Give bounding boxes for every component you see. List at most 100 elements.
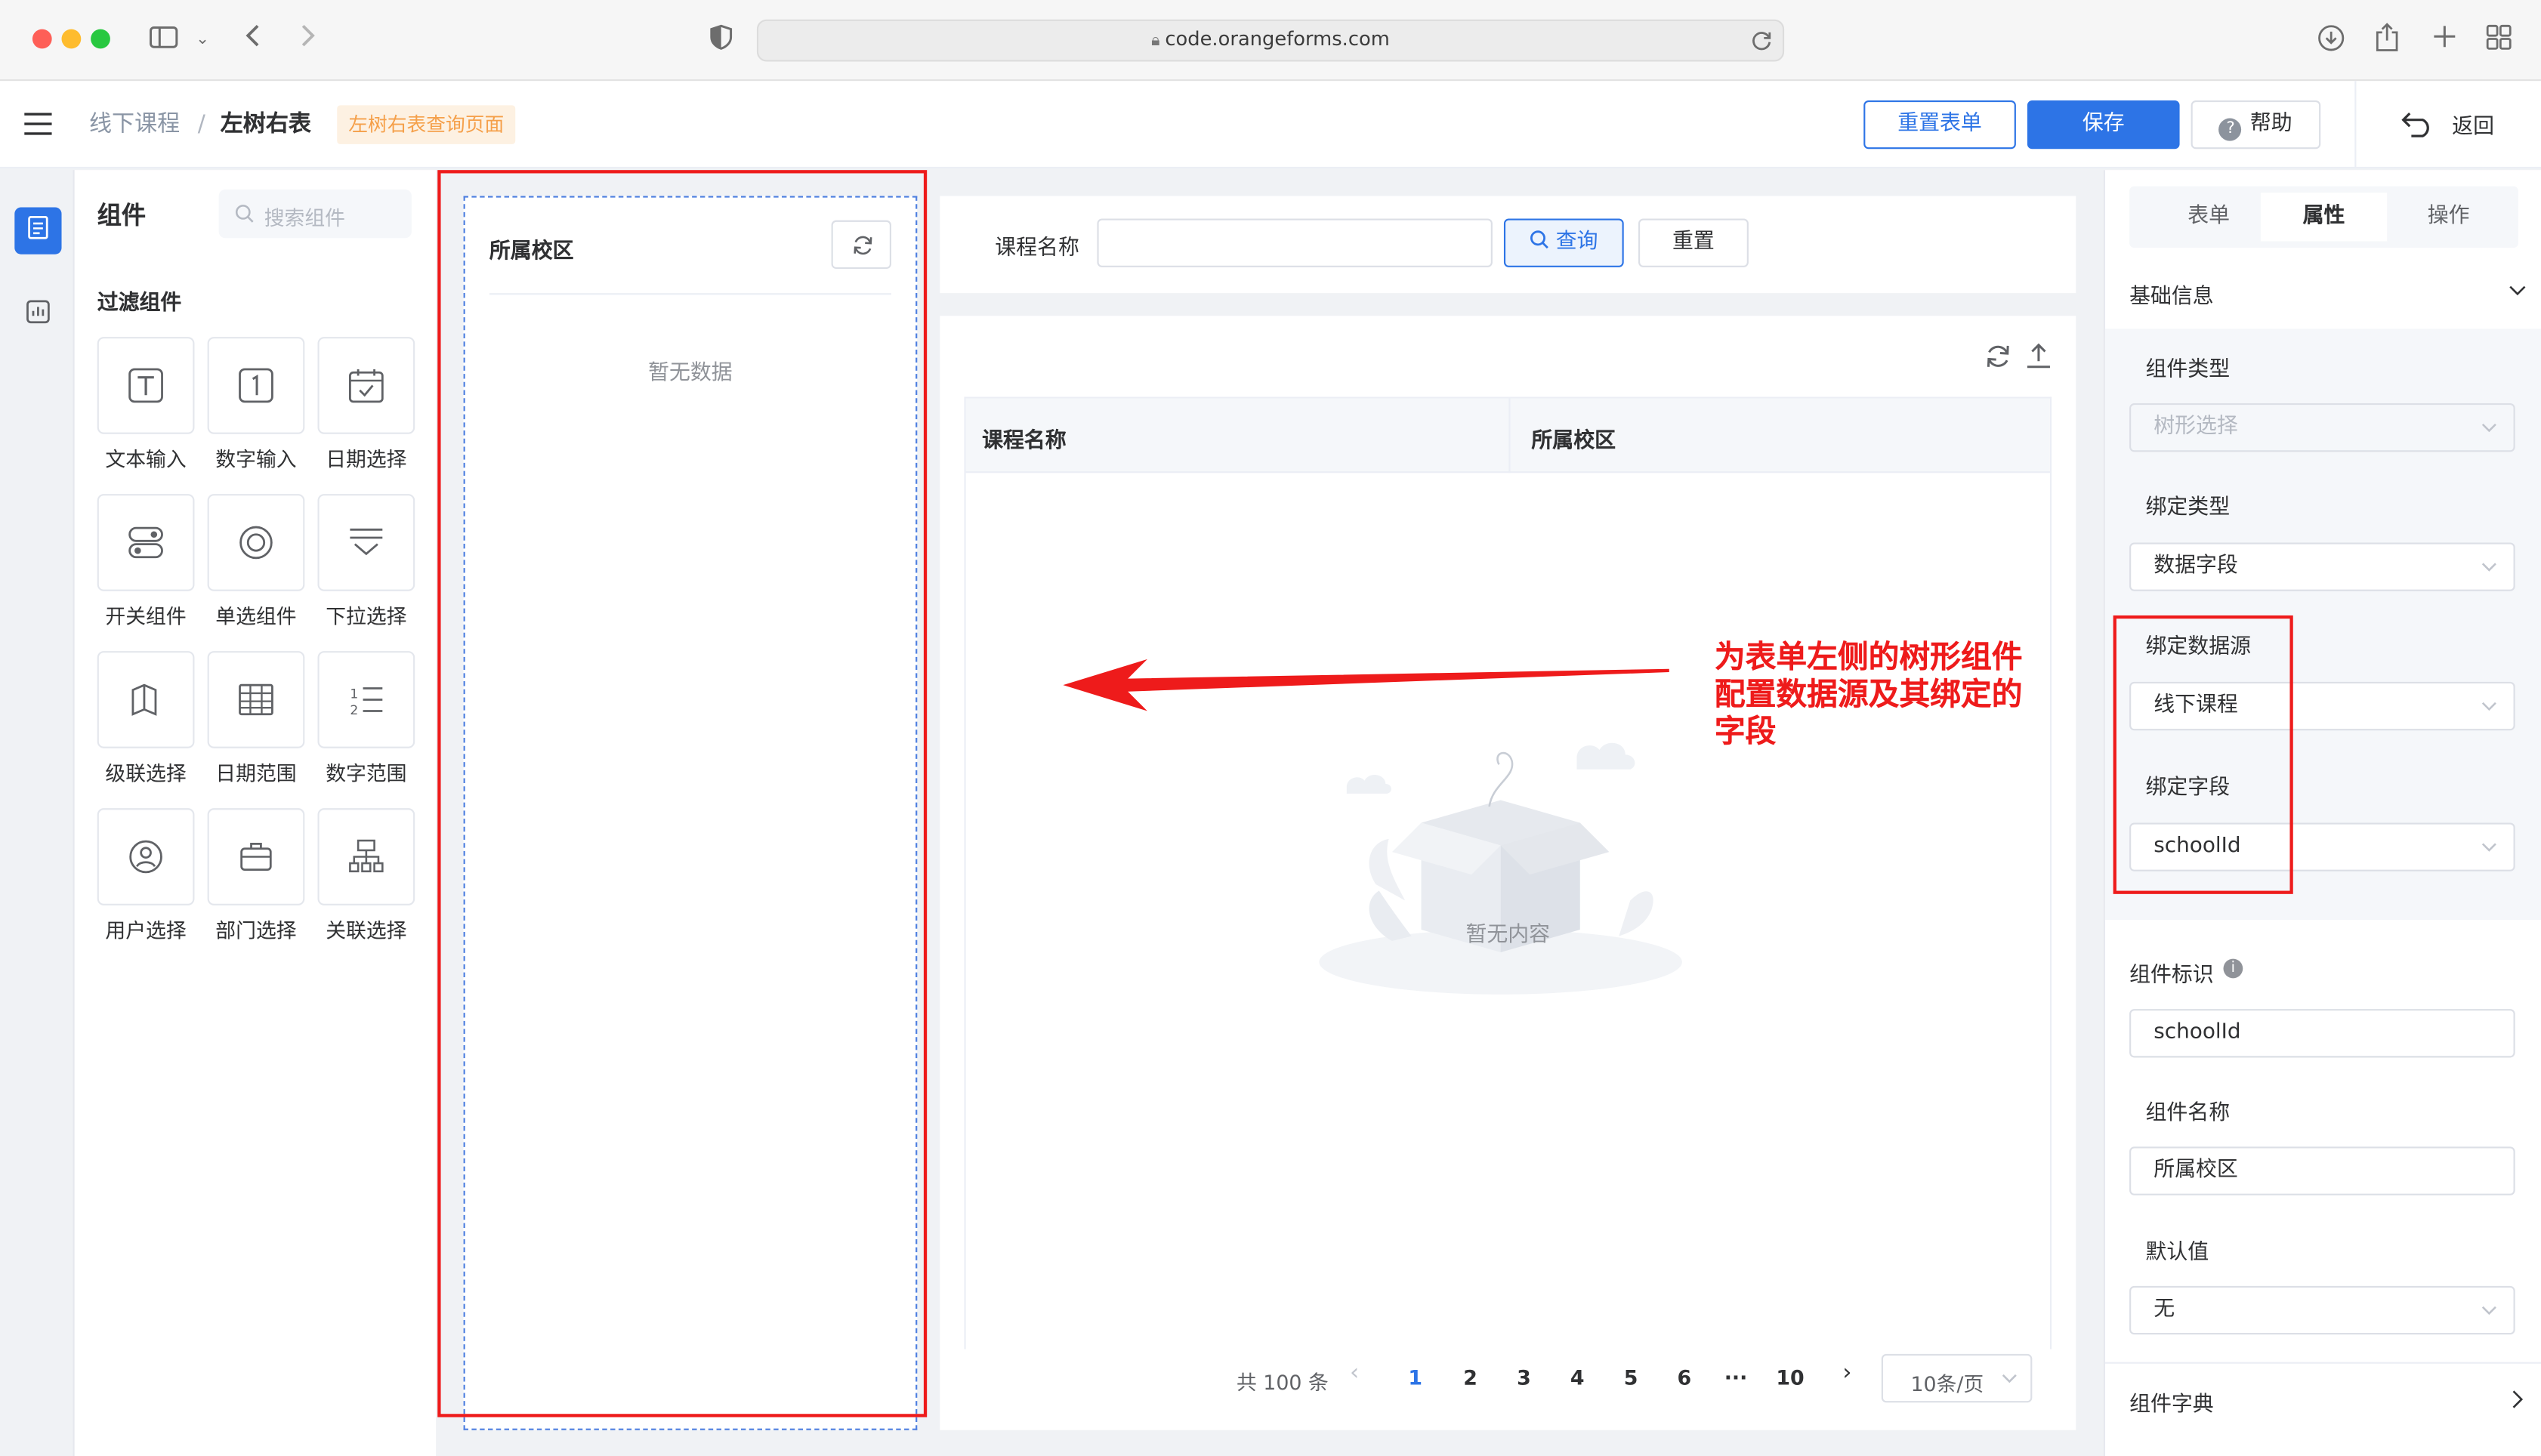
course-name-input[interactable] (1097, 218, 1493, 267)
page-number[interactable]: 3 (1517, 1365, 1531, 1390)
reload-page-icon[interactable] (1750, 27, 1773, 58)
prev-page-icon[interactable]: ‹ (1350, 1360, 1359, 1386)
query-button[interactable]: 查询 (1503, 218, 1624, 267)
widget-panel: 组件 搜索组件 过滤组件 文本输入 数字输入 日期选择 开关组件 单选组件 下拉… (74, 170, 437, 1456)
download-icon[interactable] (2316, 24, 2345, 60)
page-number[interactable]: 1 (1408, 1365, 1422, 1390)
lock-icon: 🔒︎ (1151, 32, 1166, 51)
widget-switch[interactable] (97, 494, 195, 591)
chevron-down-icon (2481, 423, 2496, 433)
component-type-select[interactable]: 树形选择 (2129, 403, 2515, 452)
empty-box-illustration (1298, 723, 1703, 1004)
menu-icon[interactable] (24, 112, 52, 143)
header-divider (2354, 81, 2357, 169)
widget-date-picker[interactable] (317, 337, 415, 434)
table-header-row: 课程名称 所属校区 (965, 398, 2050, 474)
widget-number-input[interactable] (207, 337, 305, 434)
tab-form[interactable]: 表单 (2146, 193, 2272, 241)
bind-type-select[interactable]: 数据字段 (2129, 542, 2515, 591)
shield-icon[interactable] (709, 24, 734, 58)
column-header-course-name[interactable]: 课程名称 (982, 423, 1067, 453)
breadcrumb-root[interactable]: 线下课程 (89, 109, 180, 141)
chart-designer-icon[interactable] (14, 292, 61, 338)
number-input-icon (239, 368, 273, 403)
widget-user-select[interactable] (97, 808, 195, 905)
minimize-window-button[interactable] (61, 29, 82, 49)
tab-properties[interactable]: 属性 (2260, 193, 2388, 242)
tab-overview-icon[interactable] (2484, 24, 2514, 58)
annotation-highlight-tree (437, 170, 928, 1417)
help-icon: ? (2219, 118, 2243, 141)
help-button[interactable]: ? 帮助 (2191, 100, 2321, 150)
widget-label: 用户选择 (105, 918, 187, 943)
page-number[interactable]: 2 (1463, 1365, 1477, 1390)
help-label: 帮助 (2249, 111, 2292, 137)
pagination-ellipsis[interactable]: ··· (1724, 1365, 1748, 1390)
component-id-input[interactable]: schoolId (2129, 1009, 2515, 1058)
widget-relation-select[interactable] (317, 808, 415, 905)
dropdown-icon (350, 528, 383, 556)
share-icon[interactable] (2373, 23, 2402, 60)
close-window-button[interactable] (32, 29, 52, 49)
widget-label: 单选组件 (215, 603, 297, 629)
page-number[interactable]: 10 (1776, 1365, 1804, 1390)
app-header: 线下课程 / 左树右表 左树右表查询页面 重置表单 保存 ? 帮助 返回 (0, 81, 2541, 169)
widget-label: 关联选择 (326, 918, 407, 943)
back-nav-icon[interactable] (240, 23, 266, 57)
basic-info-header[interactable]: 基础信息 (2105, 261, 2541, 329)
address-bar[interactable]: 🔒︎ code.orangeforms.com (756, 19, 1785, 62)
annotation-arrow (1063, 656, 1672, 721)
column-header-campus[interactable]: 所属校区 (1531, 423, 1616, 453)
back-button[interactable]: 返回 (2401, 109, 2494, 141)
widget-radio[interactable] (207, 494, 305, 591)
tab-actions[interactable]: 操作 (2385, 193, 2512, 241)
page-number[interactable]: 5 (1624, 1365, 1638, 1390)
switch-icon (128, 526, 163, 559)
widget-cascader[interactable] (97, 651, 195, 748)
course-name-label: 课程名称 (995, 236, 1079, 261)
annotation-text: 为表单左侧的树形组件 配置数据源及其绑定的 字段 (1715, 640, 2104, 751)
maximize-window-button[interactable] (91, 29, 110, 49)
form-designer-icon[interactable] (14, 207, 62, 254)
next-page-icon[interactable]: › (1842, 1360, 1851, 1386)
component-dict-row[interactable]: 组件字典 (2104, 1362, 2541, 1456)
number-range-icon: 12 (350, 686, 383, 717)
return-icon (2401, 112, 2429, 137)
component-name-input[interactable]: 所属校区 (2129, 1146, 2515, 1195)
table-refresh-icon[interactable] (1985, 344, 2011, 376)
pagination: 共 100 条 ‹ 1 2 3 4 5 6 ··· 10 › 10条/页 (1236, 1353, 2047, 1403)
bind-type-value: 数据字段 (2154, 554, 2238, 578)
reset-form-button[interactable]: 重置表单 (1863, 100, 2016, 150)
forward-nav-icon[interactable] (295, 23, 320, 57)
widget-label: 日期选择 (326, 446, 407, 472)
page-number[interactable]: 6 (1677, 1365, 1691, 1390)
save-button[interactable]: 保存 (2027, 100, 2180, 150)
sidebar-toggle-icon[interactable] (147, 24, 180, 57)
default-value-label: 默认值 (2145, 1240, 2209, 1265)
default-value-select[interactable]: 无 (2129, 1285, 2515, 1335)
cascader-icon (131, 683, 157, 716)
widget-date-range[interactable] (207, 651, 305, 748)
chevron-down-icon (2481, 843, 2496, 852)
url-text: code.orangeforms.com (1165, 27, 1390, 51)
export-upload-icon[interactable] (2026, 342, 2052, 376)
widget-dropdown[interactable] (317, 494, 415, 591)
widget-number-range[interactable]: 12 (317, 651, 415, 748)
page-size-select[interactable]: 10条/页 (1881, 1353, 2033, 1403)
info-icon[interactable]: i (2223, 958, 2243, 979)
widget-search-input[interactable]: 搜索组件 (218, 189, 412, 239)
chevron-down-icon[interactable]: ⌄ (193, 24, 212, 57)
table-empty-text: 暂无内容 (1465, 923, 1551, 948)
date-range-icon (239, 683, 273, 716)
widget-label: 级联选择 (105, 760, 187, 786)
default-value-value: 无 (2154, 1297, 2175, 1322)
page-number[interactable]: 4 (1570, 1365, 1585, 1390)
text-input-icon (128, 368, 163, 403)
pagination-total: 共 100 条 (1236, 1370, 1329, 1395)
new-tab-icon[interactable] (2429, 24, 2459, 57)
widget-department-select[interactable] (207, 808, 305, 905)
query-label: 查询 (1555, 230, 1598, 254)
chevron-down-icon (2509, 285, 2526, 296)
widget-text-input[interactable] (97, 337, 195, 434)
reset-button[interactable]: 重置 (1638, 218, 1749, 267)
